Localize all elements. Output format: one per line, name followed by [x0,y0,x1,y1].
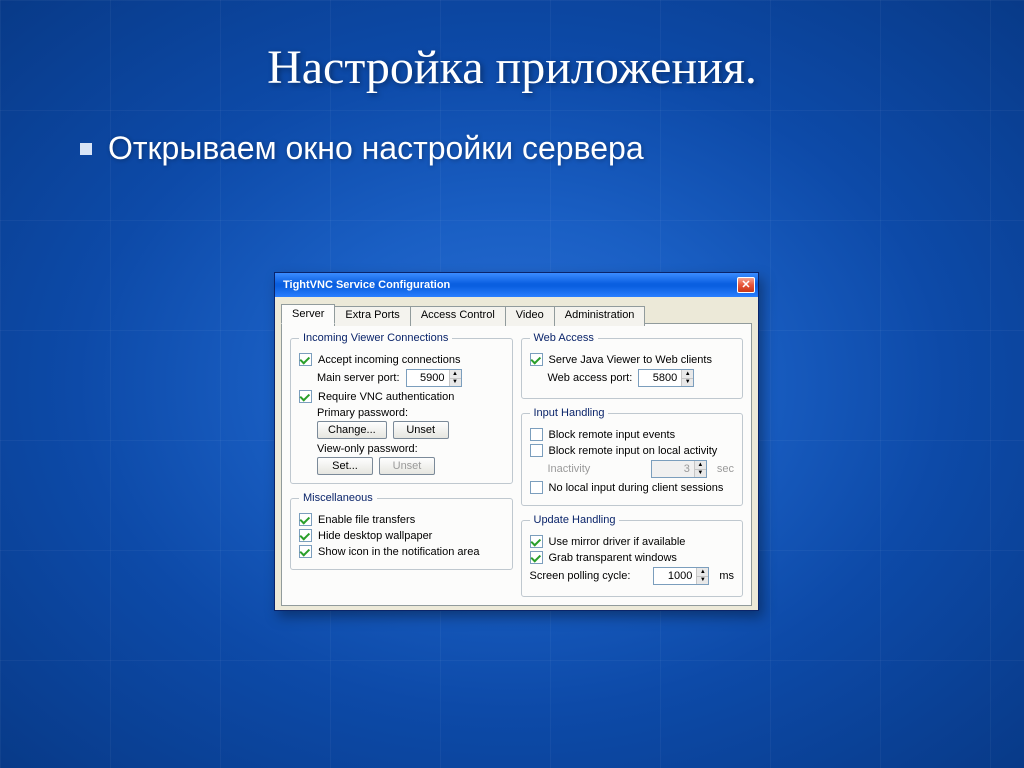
transparent-checkbox[interactable] [530,551,543,564]
hide-wallpaper-label: Hide desktop wallpaper [318,530,432,542]
block-on-local-label: Block remote input on local activity [549,445,718,457]
slide-bullet: Открываем окно настройки сервера [80,130,1024,167]
group-misc-legend: Miscellaneous [299,492,377,504]
spin-down-icon[interactable]: ▼ [682,379,693,387]
file-transfers-checkbox[interactable] [299,513,312,526]
viewonly-set-button[interactable]: Set... [317,457,373,475]
group-input-legend: Input Handling [530,407,609,419]
web-port-spinner[interactable]: ▲▼ [638,369,694,387]
polling-label: Screen polling cycle: [530,570,631,582]
hide-wallpaper-checkbox[interactable] [299,529,312,542]
tab-access-control[interactable]: Access Control [410,306,506,326]
group-input: Input Handling Block remote input events… [521,407,744,506]
spin-up-icon[interactable]: ▲ [450,370,461,379]
main-port-spinner[interactable]: ▲▼ [406,369,462,387]
web-port-label: Web access port: [548,372,633,384]
tab-server[interactable]: Server [281,304,335,324]
primary-password-label: Primary password: [317,407,504,419]
group-update: Update Handling Use mirror driver if ava… [521,514,744,597]
require-auth-label: Require VNC authentication [318,391,454,403]
file-transfers-label: Enable file transfers [318,514,415,526]
polling-input[interactable] [654,568,696,584]
serve-java-checkbox[interactable] [530,353,543,366]
require-auth-checkbox[interactable] [299,390,312,403]
bullet-icon [80,143,92,155]
tab-strip: Server Extra Ports Access Control Video … [281,304,752,324]
titlebar[interactable]: TightVNC Service Configuration ✕ [275,273,758,297]
serve-java-label: Serve Java Viewer to Web clients [549,354,712,366]
spin-up-icon[interactable]: ▲ [697,568,708,577]
group-incoming-legend: Incoming Viewer Connections [299,332,452,344]
no-local-input-label: No local input during client sessions [549,482,724,494]
web-port-input[interactable] [639,370,681,386]
primary-change-button[interactable]: Change... [317,421,387,439]
accept-connections-checkbox[interactable] [299,353,312,366]
polling-spinner[interactable]: ▲▼ [653,567,709,585]
mirror-driver-label: Use mirror driver if available [549,536,686,548]
spin-up-icon[interactable]: ▲ [682,370,693,379]
window-title: TightVNC Service Configuration [283,279,450,291]
show-icon-checkbox[interactable] [299,545,312,558]
block-remote-label: Block remote input events [549,429,676,441]
close-button[interactable]: ✕ [737,277,755,293]
tab-video[interactable]: Video [505,306,555,326]
transparent-label: Grab transparent windows [549,552,677,564]
viewonly-unset-button[interactable]: Unset [379,457,435,475]
group-incoming: Incoming Viewer Connections Accept incom… [290,332,513,484]
close-icon: ✕ [741,280,750,291]
inactivity-label: Inactivity [548,463,591,475]
group-misc: Miscellaneous Enable file transfers Hide… [290,492,513,570]
primary-unset-button[interactable]: Unset [393,421,449,439]
block-remote-checkbox[interactable] [530,428,543,441]
no-local-input-checkbox[interactable] [530,481,543,494]
main-port-input[interactable] [407,370,449,386]
polling-unit: ms [719,570,734,582]
show-icon-label: Show icon in the notification area [318,546,479,558]
main-port-label: Main server port: [317,372,400,384]
slide-title: Настройка приложения. [0,0,1024,95]
spin-up-icon: ▲ [695,461,706,470]
inactivity-spinner: ▲▼ [651,460,707,478]
tab-extra-ports[interactable]: Extra Ports [334,306,410,326]
accept-connections-label: Accept incoming connections [318,354,460,366]
inactivity-unit: sec [717,463,734,475]
config-dialog: TightVNC Service Configuration ✕ Server … [274,272,759,611]
viewonly-password-label: View-only password: [317,443,504,455]
tab-panel-server: Incoming Viewer Connections Accept incom… [281,323,752,606]
spin-down-icon: ▼ [695,470,706,478]
tab-administration[interactable]: Administration [554,306,646,326]
spin-down-icon[interactable]: ▼ [697,577,708,585]
bullet-text: Открываем окно настройки сервера [108,130,644,167]
group-update-legend: Update Handling [530,514,620,526]
group-web: Web Access Serve Java Viewer to Web clie… [521,332,744,399]
group-web-legend: Web Access [530,332,598,344]
block-on-local-checkbox[interactable] [530,444,543,457]
spin-down-icon[interactable]: ▼ [450,379,461,387]
inactivity-input [652,461,694,477]
mirror-driver-checkbox[interactable] [530,535,543,548]
